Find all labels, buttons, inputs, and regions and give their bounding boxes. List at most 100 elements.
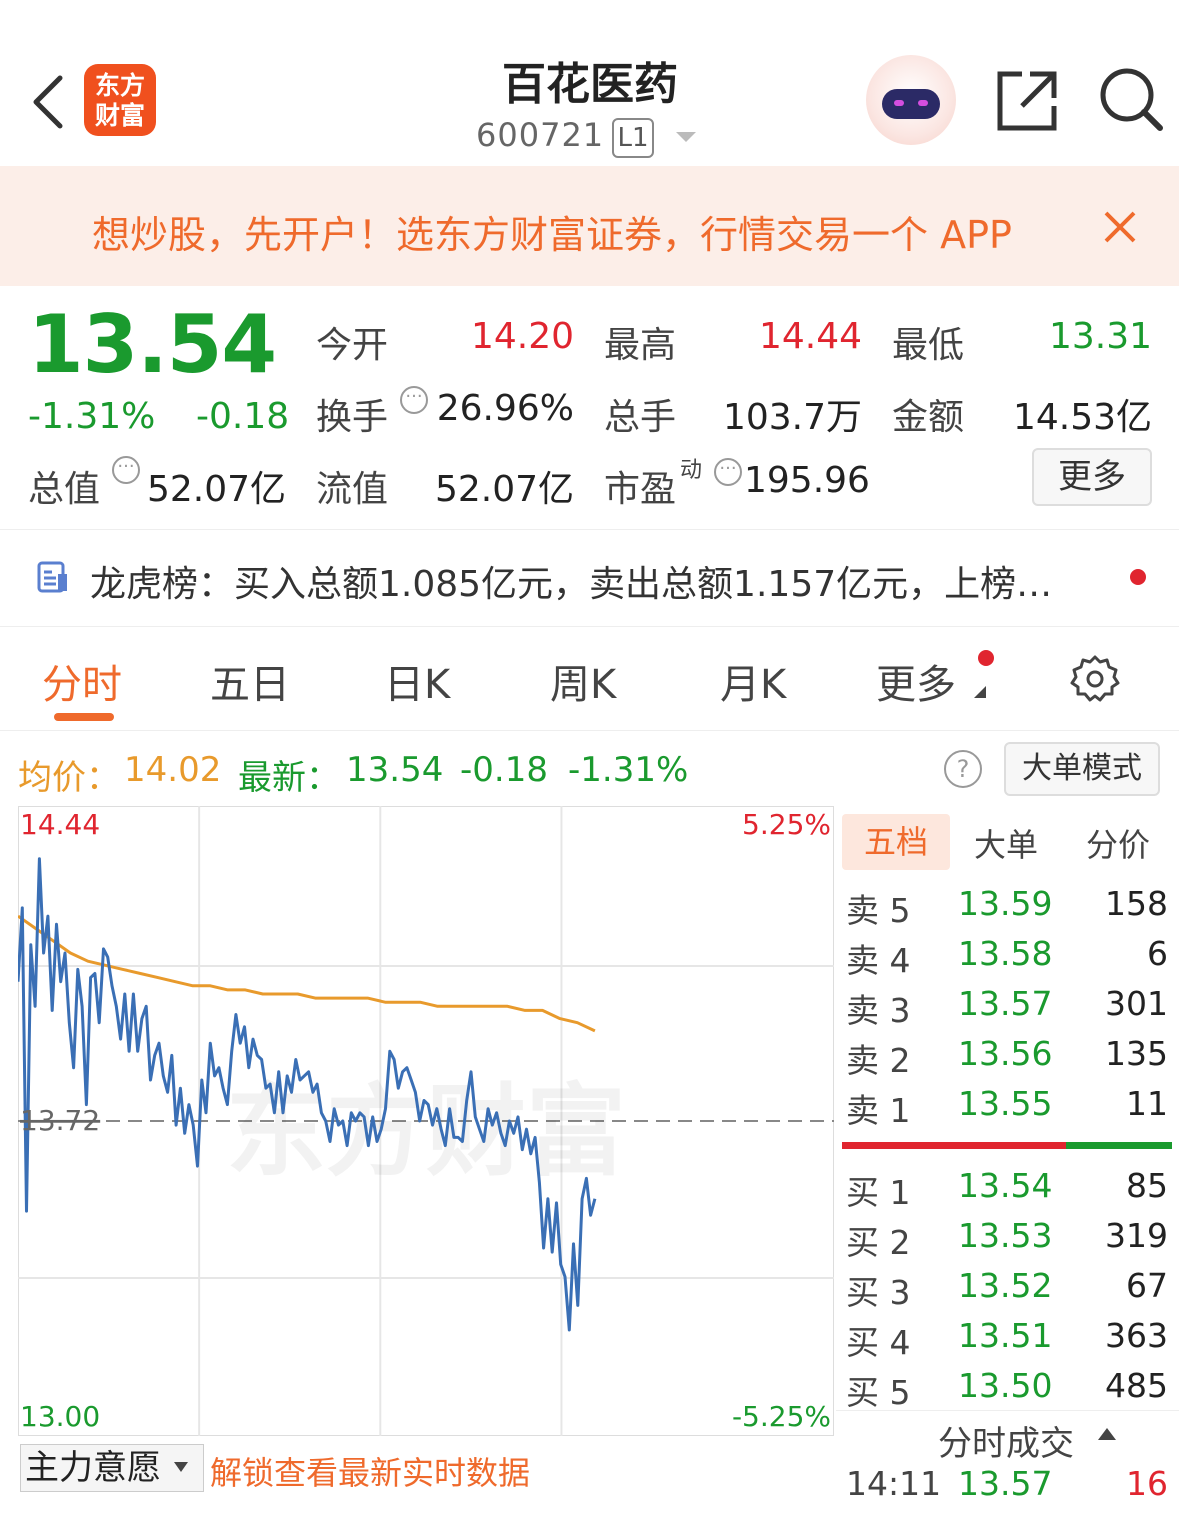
dragon-tiger-news[interactable]: 龙虎榜：买入总额1.085亿元，卖出总额1.157亿元，上榜… <box>90 555 1100 607</box>
back-arrow-icon[interactable] <box>28 72 68 132</box>
ask-row: 卖 3 13.57 301 <box>846 984 1172 1034</box>
high-label: 最高 <box>604 325 677 366</box>
bid-volume: 85 <box>1126 1166 1168 1205</box>
market-cap-value: 52.07亿 <box>146 469 286 510</box>
time-sales-title[interactable]: 分时成交 <box>938 1416 1074 1465</box>
app-header: 东方 财富 百花医药 600721 L1 <box>0 0 1179 166</box>
bid-price: 13.54 <box>958 1166 1053 1205</box>
intraday-chart[interactable]: 东方财富 14.44 13.72 13.00 5.25% -5.25% <box>18 806 834 1436</box>
ask-label: 卖 5 <box>846 891 911 930</box>
low-value: 13.31 <box>1048 316 1152 357</box>
chevron-down-icon[interactable] <box>174 1462 188 1472</box>
bid-volume: 363 <box>1105 1316 1168 1355</box>
float-cap-label: 流值 <box>316 469 389 510</box>
search-icon[interactable] <box>1098 66 1164 132</box>
divider <box>836 1410 1179 1411</box>
ask-label: 卖 2 <box>846 1041 911 1080</box>
ask-volume: 6 <box>1147 934 1168 973</box>
bid-row: 买 5 13.50 485 <box>846 1366 1172 1416</box>
bid-price: 13.50 <box>958 1366 1053 1405</box>
close-icon[interactable] <box>1100 207 1140 247</box>
bid-label: 买 2 <box>846 1223 911 1262</box>
y-label-prev-close: 13.72 <box>20 1104 100 1137</box>
latest-value: 13.54 <box>346 750 444 790</box>
tab-monthly-k[interactable]: 月K <box>720 652 786 710</box>
tick-time: 14:11 <box>846 1464 942 1503</box>
buy-ratio-bar <box>1066 1142 1172 1149</box>
document-icon <box>37 561 67 593</box>
turnover-value: 26.96% <box>436 388 574 429</box>
bid-label: 买 5 <box>846 1373 911 1412</box>
last-price: 13.54 <box>28 298 277 391</box>
turnover-label: 换手 <box>316 397 389 438</box>
ask-label: 卖 4 <box>846 941 911 980</box>
latest-change: -0.18 <box>460 750 548 790</box>
high-value: 14.44 <box>758 316 862 357</box>
stock-name: 百花医药 <box>502 59 678 110</box>
bid-label: 买 4 <box>846 1323 911 1362</box>
volume-value: 103.7万 <box>722 397 862 438</box>
tab-intraday[interactable]: 分时 <box>42 652 122 710</box>
info-icon[interactable]: ··· <box>400 386 428 414</box>
divider <box>0 529 1179 530</box>
big-order-mode-button[interactable]: 大单模式 <box>1004 742 1160 796</box>
bid-volume: 485 <box>1105 1366 1168 1405</box>
ai-assistant-robot-icon[interactable] <box>866 55 956 145</box>
y-label-top: 14.44 <box>20 808 100 841</box>
tab-five-level[interactable]: 五档 <box>842 814 950 870</box>
tab-big-orders[interactable]: 大单 <box>974 820 1038 866</box>
bid-row: 买 1 13.54 85 <box>846 1166 1172 1216</box>
unlock-realtime-link[interactable]: 解锁查看最新实时数据 <box>210 1448 530 1494</box>
bid-price: 13.53 <box>958 1216 1053 1255</box>
chevron-up-icon[interactable] <box>1098 1428 1116 1440</box>
ask-row: 卖 1 13.55 11 <box>846 1084 1172 1134</box>
ask-label: 卖 1 <box>846 1091 911 1130</box>
unread-dot <box>978 650 994 666</box>
promo-banner-text[interactable]: 想炒股，先开户！选东方财富证券，行情交易一个 APP <box>92 204 1058 259</box>
low-label: 最低 <box>892 325 965 366</box>
tab-more[interactable]: 更多 <box>876 652 956 710</box>
logo-line-2: 财富 <box>94 101 145 130</box>
bid-label: 买 1 <box>846 1173 911 1212</box>
pe-value: 195.96 <box>744 460 870 501</box>
level-badge[interactable]: L1 <box>612 118 654 158</box>
stock-code[interactable]: 600721 <box>476 116 604 154</box>
avg-price-label: 均价： <box>18 758 120 798</box>
time-sales-row: 14:11 13.57 16 <box>846 1464 1172 1514</box>
ask-price: 13.57 <box>958 984 1053 1023</box>
unread-dot <box>1130 569 1146 585</box>
info-icon[interactable]: ··· <box>112 456 140 484</box>
bid-row: 买 3 13.52 67 <box>846 1266 1172 1316</box>
y-label-bottom: 13.00 <box>20 1400 100 1433</box>
chevron-down-icon[interactable] <box>676 132 696 142</box>
app-logo: 东方 财富 <box>84 64 156 136</box>
latest-percent: -1.31% <box>568 750 689 790</box>
ask-volume: 301 <box>1105 984 1168 1023</box>
y-right-label-bottom: -5.25% <box>732 1400 831 1433</box>
help-icon[interactable]: ? <box>944 750 982 788</box>
tab-weekly-k[interactable]: 周K <box>550 652 616 710</box>
ask-price: 13.56 <box>958 1034 1053 1073</box>
ask-row: 卖 5 13.59 158 <box>846 884 1172 934</box>
amount-label: 金额 <box>892 397 965 438</box>
ask-volume: 135 <box>1105 1034 1168 1073</box>
ask-row: 卖 2 13.56 135 <box>846 1034 1172 1084</box>
bid-label: 买 3 <box>846 1273 911 1312</box>
tick-price: 13.57 <box>958 1464 1053 1503</box>
tab-daily-k[interactable]: 日K <box>384 652 450 710</box>
avg-price-value: 14.02 <box>124 750 222 790</box>
ask-volume: 11 <box>1126 1084 1168 1123</box>
tick-volume: 16 <box>1126 1464 1168 1503</box>
ask-price: 13.59 <box>958 884 1053 923</box>
more-quote-button[interactable]: 更多 <box>1032 448 1152 506</box>
ask-volume: 158 <box>1105 884 1168 923</box>
tab-five-day[interactable]: 五日 <box>210 652 290 710</box>
float-cap-value: 52.07亿 <box>434 469 574 510</box>
tab-price-dist[interactable]: 分价 <box>1086 820 1150 866</box>
info-icon[interactable]: ··· <box>714 458 742 486</box>
bid-row: 买 2 13.53 319 <box>846 1216 1172 1266</box>
share-icon[interactable] <box>996 68 1058 132</box>
gear-icon[interactable] <box>1070 654 1120 704</box>
bid-price: 13.51 <box>958 1316 1053 1355</box>
divider <box>0 730 1179 731</box>
